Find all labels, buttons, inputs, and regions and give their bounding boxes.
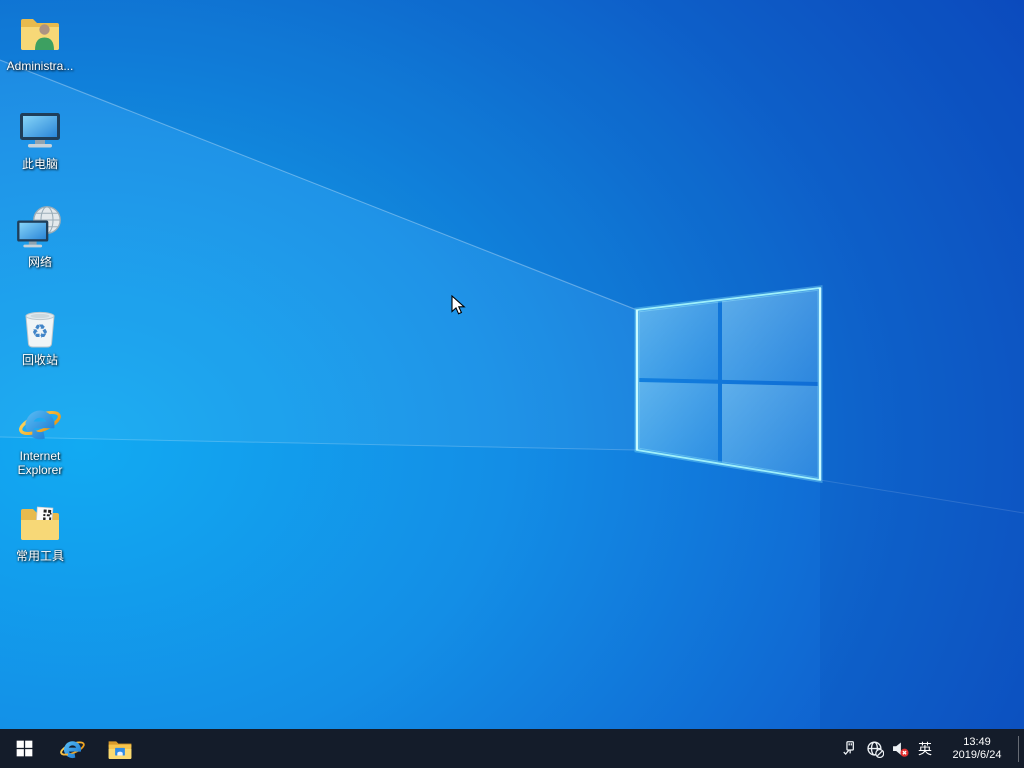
desktop-icon-label: Internet Explorer: [17, 449, 63, 477]
volume-muted-icon: [892, 741, 909, 757]
system-tray: 英 13:49 2019/6/24: [837, 729, 1024, 768]
clock-time: 13:49: [963, 735, 991, 748]
taskbar-file-explorer-button[interactable]: [96, 729, 144, 768]
this-pc-icon: [16, 106, 64, 154]
network-icon: [16, 206, 61, 252]
windows-start-icon: [16, 740, 33, 757]
desktop-icon-network[interactable]: 网络: [1, 204, 79, 269]
show-desktop-button[interactable]: [1019, 729, 1024, 768]
tray-usb-device[interactable]: [837, 729, 862, 768]
clock-date: 2019/6/24: [952, 748, 1002, 761]
desktop-icon-label: 回收站: [21, 353, 58, 367]
tray-volume[interactable]: [887, 729, 912, 768]
desktop-icon-internet-explorer[interactable]: Internet Explorer: [1, 400, 79, 477]
desktop-icon-recycle-bin[interactable]: ♻ 回收站: [1, 302, 79, 367]
taskbar-clock[interactable]: 13:49 2019/6/24: [938, 729, 1016, 768]
start-button[interactable]: [0, 729, 48, 768]
desktop-icon-label: 此电脑: [21, 157, 58, 171]
taskbar-internet-explorer-button[interactable]: [48, 729, 96, 768]
ime-language-indicator[interactable]: 英: [912, 729, 938, 768]
tools-folder-icon: [21, 506, 59, 540]
tray-network-status[interactable]: [862, 729, 887, 768]
desktop-icon-label: 网络: [27, 255, 52, 269]
desktop-icon-label: 常用工具: [15, 549, 64, 563]
desktop-wallpaper: [0, 0, 1024, 768]
file-explorer-icon: [108, 740, 132, 759]
internet-explorer-icon: [17, 400, 63, 446]
internet-explorer-icon: [59, 735, 86, 762]
taskbar: 英 13:49 2019/6/24: [0, 729, 1024, 768]
desktop-icon-administrator[interactable]: Administra...: [1, 8, 79, 73]
user-folder-icon: [21, 19, 59, 50]
desktop-icon-label: Administra...: [6, 59, 74, 73]
recycle-bin-icon: ♻: [25, 311, 55, 348]
desktop-icon-this-pc[interactable]: 此电脑: [1, 106, 79, 171]
svg-text:♻: ♻: [31, 321, 48, 343]
usb-device-icon: [843, 741, 854, 755]
network-globe-offline-icon: [866, 740, 884, 758]
desktop-icon-common-tools[interactable]: 常用工具: [1, 498, 79, 563]
